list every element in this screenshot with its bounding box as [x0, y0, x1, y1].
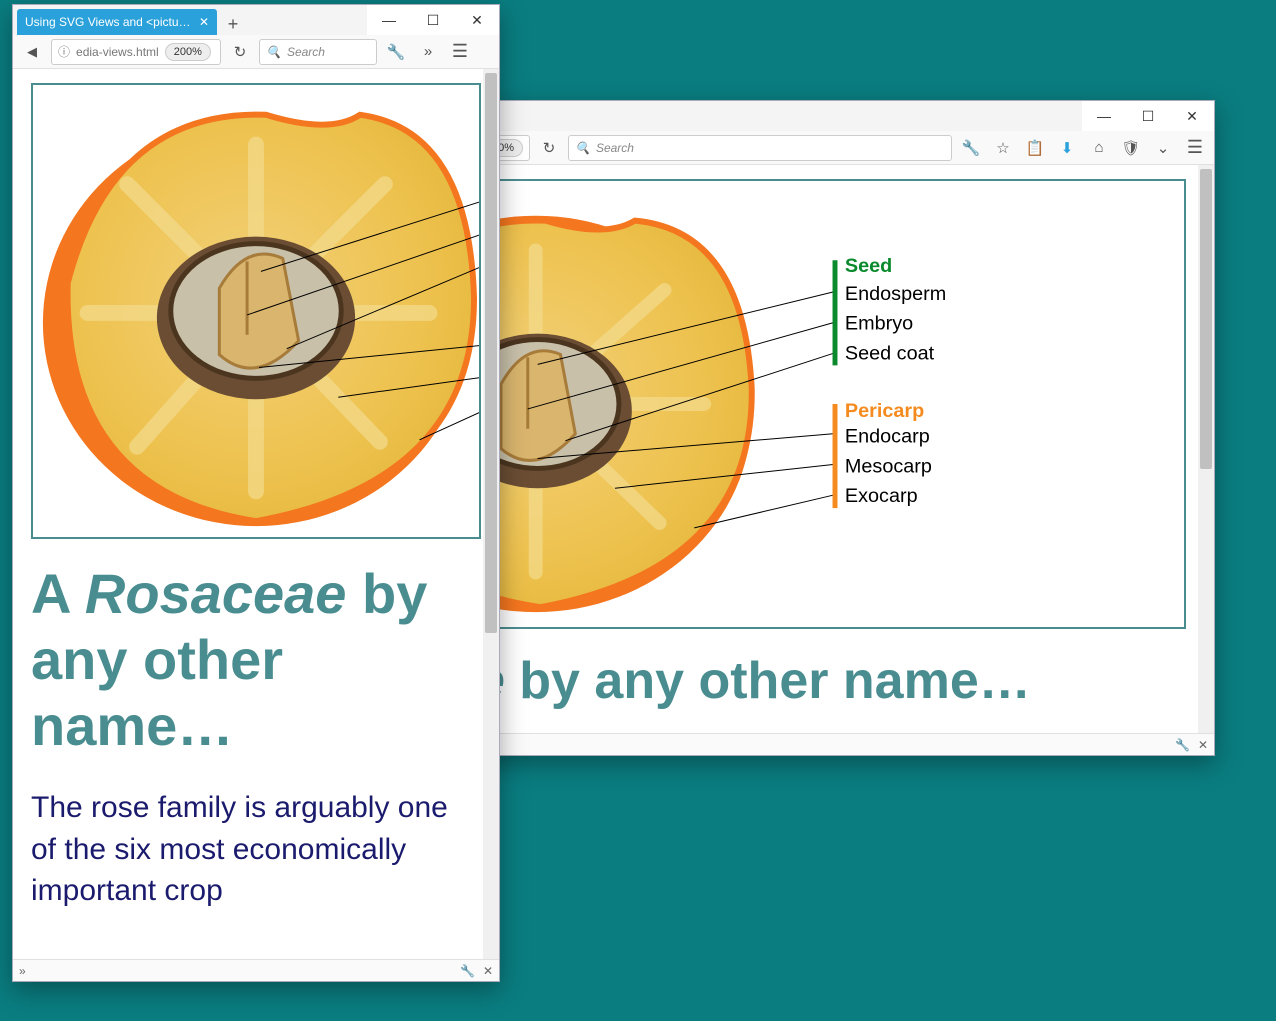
- more-icon[interactable]: »: [415, 39, 441, 65]
- star-icon[interactable]: ☆: [990, 135, 1016, 161]
- search-placeholder: Search: [596, 141, 634, 155]
- scrollbar[interactable]: [1198, 165, 1214, 733]
- search-box[interactable]: 🔍 Search: [568, 135, 952, 161]
- maximize-button[interactable]: ☐: [1126, 101, 1170, 131]
- label-embryo: Embryo: [845, 313, 913, 335]
- minimize-button[interactable]: —: [1082, 101, 1126, 131]
- menu-icon[interactable]: ☰: [447, 39, 473, 65]
- url-text: edia-views.html: [76, 45, 159, 59]
- browser-window-front: Using SVG Views and <picture> ✕ + — ☐ ✕ …: [12, 4, 500, 982]
- zoom-pill[interactable]: 200%: [165, 43, 211, 61]
- close-button[interactable]: ✕: [455, 5, 499, 35]
- window-buttons: — ☐ ✕: [367, 5, 499, 35]
- download-icon[interactable]: ⬇: [1054, 135, 1080, 161]
- search-box[interactable]: 🔍 Search: [259, 39, 377, 65]
- page-heading: A Rosaceae by any other name…: [31, 561, 481, 759]
- label-seed-title: Seed: [845, 255, 892, 277]
- label-exocarp: Exocarp: [845, 485, 918, 507]
- content-area: A Rosaceae by any other name… The rose f…: [13, 69, 499, 959]
- wrench-icon[interactable]: 🔧: [460, 964, 475, 978]
- titlebar: Using SVG Views and <picture> ✕ + — ☐ ✕: [13, 5, 499, 35]
- tab-title: Using SVG Views and <picture>: [25, 15, 193, 29]
- reload-icon[interactable]: ↻: [227, 39, 253, 65]
- tab-active[interactable]: Using SVG Views and <picture> ✕: [17, 9, 217, 35]
- label-endosperm: Endosperm: [845, 283, 946, 305]
- search-icon: 🔍: [266, 45, 281, 59]
- label-mesocarp: Mesocarp: [845, 455, 932, 477]
- wrench-icon[interactable]: 🔧: [383, 39, 409, 65]
- label-seedcoat: Seed coat: [845, 342, 935, 364]
- menu-icon[interactable]: ☰: [1182, 135, 1208, 161]
- home-icon[interactable]: ⌂: [1086, 135, 1112, 161]
- tabstrip: Using SVG Views and <picture> ✕ +: [13, 5, 367, 35]
- scrollbar-thumb[interactable]: [485, 73, 497, 633]
- toolbar: ◀ ⓘ edia-views.html 200% ↻ 🔍 Search 🔧 » …: [13, 35, 499, 69]
- clipboard-icon[interactable]: 📋: [1022, 135, 1048, 161]
- search-icon: 🔍: [575, 141, 590, 155]
- search-placeholder: Search: [287, 45, 325, 59]
- wrench-icon[interactable]: 🔧: [1175, 738, 1190, 752]
- tab-close-icon[interactable]: ✕: [199, 15, 209, 29]
- close-button[interactable]: ✕: [1170, 101, 1214, 131]
- label-endocarp: Endocarp: [845, 426, 930, 448]
- info-icon[interactable]: ⓘ: [58, 43, 70, 60]
- nav-back-icon[interactable]: ◀: [19, 39, 45, 65]
- devtools-close-icon[interactable]: ✕: [483, 964, 493, 978]
- statusbar: » 🔧 ✕: [13, 959, 499, 981]
- shield-icon[interactable]: 🛡: [1118, 135, 1144, 161]
- scrollbar[interactable]: [483, 69, 499, 959]
- devtools-close-icon[interactable]: ✕: [1198, 738, 1208, 752]
- maximize-button[interactable]: ☐: [411, 5, 455, 35]
- wrench-icon[interactable]: 🔧: [958, 135, 984, 161]
- minimize-button[interactable]: —: [367, 5, 411, 35]
- pocket-icon[interactable]: ⌄: [1150, 135, 1176, 161]
- peach-svg-narrow: [33, 85, 479, 537]
- url-box[interactable]: ⓘ edia-views.html 200%: [51, 39, 221, 65]
- body-paragraph: The rose family is arguably one of the s…: [31, 787, 481, 911]
- new-tab-button[interactable]: +: [219, 14, 247, 35]
- scrollbar-thumb[interactable]: [1200, 169, 1212, 469]
- window-buttons: — ☐ ✕: [1082, 101, 1214, 131]
- label-pericarp-title: Pericarp: [845, 400, 924, 422]
- chevrons-icon[interactable]: »: [19, 964, 26, 978]
- peach-diagram-narrow: [31, 83, 481, 539]
- reload-icon[interactable]: ↻: [536, 135, 562, 161]
